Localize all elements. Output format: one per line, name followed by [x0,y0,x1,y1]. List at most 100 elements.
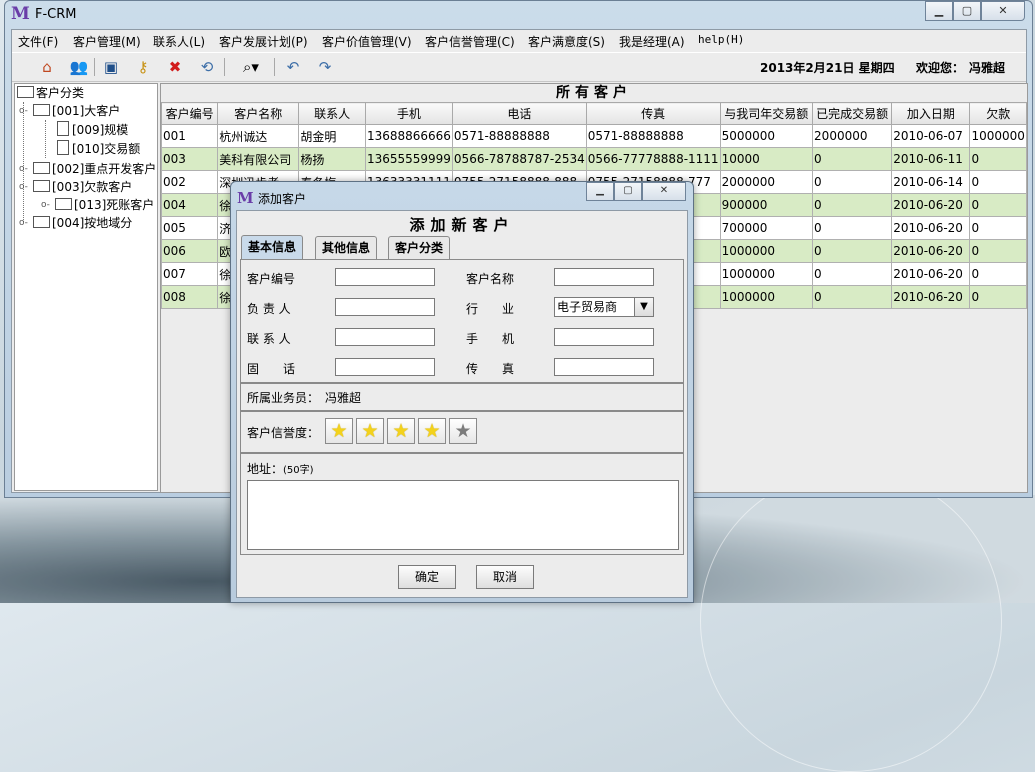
tree-expand-handle[interactable]: o- [19,106,28,116]
manager-input[interactable] [335,298,435,316]
column-header[interactable]: 传真 [585,102,721,125]
menu-file[interactable]: 文件(F) [18,33,58,50]
table-cell[interactable]: 胡金明 [298,124,366,148]
table-cell[interactable]: 0 [969,262,1027,286]
table-row[interactable]: 003 美科有限公司 杨扬 13655559999 0566-78788787-2534… [160,147,1027,171]
table-cell[interactable]: 2010-06-20 [891,239,971,263]
tree-item-big-customer[interactable]: [001]大客户 [33,102,120,120]
column-header[interactable]: 客户名称 [217,102,300,125]
table-cell[interactable]: 13688866666 [364,124,453,148]
customer-id-input[interactable] [335,268,435,286]
menu-contacts[interactable]: 联系人(L) [153,33,205,50]
fax-input[interactable] [554,358,654,376]
column-header[interactable]: 与我司年交易额 [719,102,814,125]
tree-item-trade-volume[interactable]: [010]交易额 [57,140,140,158]
tab-other-info[interactable]: 其他信息 [315,236,378,259]
table-cell[interactable]: 0 [812,239,893,263]
menu-value-management[interactable]: 客户价值管理(V) [322,33,412,50]
table-cell[interactable]: 0 [812,285,893,309]
table-cell[interactable]: 900000 [719,193,814,217]
table-cell[interactable]: 1000000 [719,262,814,286]
column-header[interactable]: 手机 [364,102,453,125]
table-cell[interactable]: 1000000 [969,124,1027,148]
tree-item-scale[interactable]: [009]规模 [57,121,128,139]
menu-development-plan[interactable]: 客户发展计划(P) [219,33,308,50]
table-cell[interactable]: 2010-06-20 [891,216,971,240]
table-cell[interactable]: 2010-06-11 [891,147,971,171]
column-header[interactable]: 加入日期 [891,102,971,125]
table-cell[interactable]: 美科有限公司 [217,147,300,171]
table-cell[interactable]: 0566-78788787-2534 [451,147,587,171]
tree-expand-handle[interactable]: o- [19,164,28,174]
table-cell[interactable]: 2010-06-20 [891,285,971,309]
table-row[interactable]: 001 杭州诚达 胡金明 13688866666 0571-88888888 0571-8… [160,124,1027,148]
minimize-button[interactable]: ▁ [925,1,953,21]
tree-item-debt-customer[interactable]: [003]欠款客户 [33,178,132,196]
home-icon[interactable]: ⌂ [36,56,58,78]
menu-help[interactable]: help(H) [698,33,744,46]
table-cell[interactable]: 0 [812,193,893,217]
table-cell[interactable]: 杨扬 [298,147,366,171]
table-cell[interactable]: 0 [812,170,893,194]
chevron-down-icon[interactable]: ▼ [634,298,653,316]
table-cell[interactable]: 2010-06-07 [891,124,971,148]
tree-item-key-development[interactable]: [002]重点开发客户 [33,160,156,178]
column-header[interactable]: 已完成交易额 [812,102,893,125]
tab-customer-category[interactable]: 客户分类 [388,236,451,259]
tree-item-dead-debt[interactable]: [013]死账客户 [55,196,154,214]
table-cell[interactable]: 0 [812,262,893,286]
table-cell[interactable]: 007 [160,262,219,286]
table-cell[interactable]: 0 [812,216,893,240]
dialog-maximize-button[interactable]: ▢ [614,182,642,201]
menu-satisfaction[interactable]: 客户满意度(S) [528,33,605,50]
table-cell[interactable]: 杭州诚达 [217,124,300,148]
cancel-button[interactable]: 取消 [476,565,534,589]
key-icon[interactable]: ⚷ [132,56,154,78]
table-cell[interactable]: 0571-88888888 [585,124,721,148]
table-cell[interactable]: 0 [969,193,1027,217]
maximize-button[interactable]: ▢ [953,1,981,21]
table-cell[interactable]: 0 [812,147,893,171]
binoculars-icon[interactable]: ⌕▾ [234,56,268,78]
column-header[interactable]: 电话 [451,102,587,125]
tree-root[interactable]: 客户分类 [17,84,84,102]
table-cell[interactable]: 008 [160,285,219,309]
table-cell[interactable]: 2000000 [719,170,814,194]
table-cell[interactable]: 001 [160,124,219,148]
save-icon[interactable]: ▣ [100,56,122,78]
refresh-icon[interactable]: ⟲ [196,56,218,78]
table-cell[interactable]: 0566-77778888-1111 [585,147,721,171]
star-icon[interactable]: ★ [449,418,477,444]
table-cell[interactable]: 0571-88888888 [451,124,587,148]
menu-customer-management[interactable]: 客户管理(M) [73,33,141,50]
table-cell[interactable]: 5000000 [719,124,814,148]
table-cell[interactable]: 2010-06-20 [891,193,971,217]
redo-icon[interactable]: ↷ [314,56,336,78]
table-cell[interactable]: 002 [160,170,219,194]
dialog-close-button[interactable]: ✕ [642,182,686,201]
delete-icon[interactable]: ✖ [164,56,186,78]
table-cell[interactable]: 0 [969,216,1027,240]
tree-expand-handle[interactable]: o- [19,182,28,192]
close-button[interactable]: ✕ [981,1,1025,21]
table-cell[interactable]: 0 [969,147,1027,171]
table-cell[interactable]: 2000000 [812,124,893,148]
table-cell[interactable]: 10000 [719,147,814,171]
table-cell[interactable]: 2010-06-14 [891,170,971,194]
table-cell[interactable]: 0 [969,170,1027,194]
menu-manager[interactable]: 我是经理(A) [619,33,685,50]
dialog-minimize-button[interactable]: ▁ [586,182,614,201]
star-icon[interactable]: ★ [418,418,446,444]
tree-expand-handle[interactable]: o- [19,218,28,228]
menu-credit-management[interactable]: 客户信誉管理(C) [425,33,515,50]
users-icon[interactable]: 👥 [68,56,90,78]
star-icon[interactable]: ★ [387,418,415,444]
column-header[interactable]: 欠款 [969,102,1027,125]
table-cell[interactable]: 700000 [719,216,814,240]
star-icon[interactable]: ★ [356,418,384,444]
tab-basic-info[interactable]: 基本信息 [241,235,304,260]
table-cell[interactable]: 0 [969,239,1027,263]
table-cell[interactable]: 2010-06-20 [891,262,971,286]
table-cell[interactable]: 13655559999 [364,147,453,171]
address-textarea[interactable] [247,480,679,550]
